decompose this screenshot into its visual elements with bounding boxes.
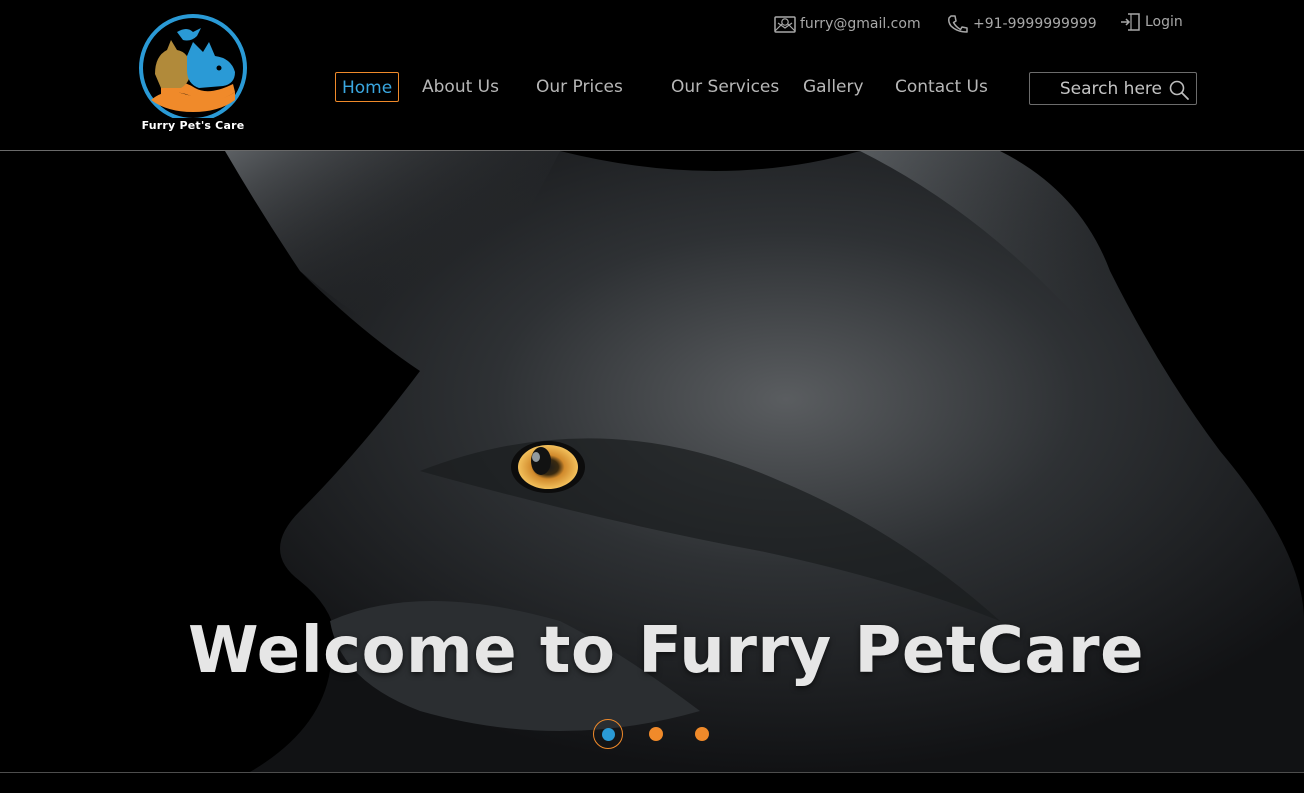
nav-item-gallery[interactable]: Gallery (803, 72, 864, 102)
phone-text: +91-9999999999 (973, 16, 1097, 32)
main-nav: Home About Us Our Prices Our Services Ga… (0, 72, 1000, 104)
search-box (1029, 72, 1197, 105)
slider-dot-1[interactable] (593, 719, 623, 749)
email-link[interactable]: furry@gmail.com (774, 10, 921, 38)
hero-title: Welcome to Furry PetCare (187, 613, 1145, 688)
page-divider (0, 772, 1304, 773)
nav-item-contact-us[interactable]: Contact Us (895, 72, 988, 102)
logo-text: Furry Pet's Care (141, 119, 245, 132)
slider-dot-2[interactable] (649, 727, 663, 741)
nav-item-our-prices[interactable]: Our Prices (536, 72, 623, 102)
email-text: furry@gmail.com (800, 16, 921, 32)
search-icon[interactable] (1168, 79, 1190, 101)
login-icon (1121, 13, 1140, 31)
nav-item-home[interactable]: Home (335, 72, 400, 102)
envelope-icon (774, 16, 796, 33)
slider-dot-3[interactable] (695, 727, 709, 741)
hero-slider: Welcome to Furry PetCare (0, 151, 1304, 772)
search-input[interactable] (1038, 74, 1162, 103)
phone-link[interactable]: +91-9999999999 (947, 10, 1097, 38)
login-label: Login (1145, 14, 1183, 30)
topbar: furry@gmail.com +91-9999999999 Login (0, 10, 1304, 40)
login-link[interactable]: Login (1119, 8, 1183, 36)
slider-dots (0, 719, 1304, 755)
phone-icon (948, 15, 968, 33)
nav-item-about-us[interactable]: About Us (422, 72, 499, 102)
site-header: Furry Pet's Care furry@gmail.com +91-999… (0, 0, 1304, 151)
nav-item-our-services[interactable]: Our Services (671, 72, 779, 102)
